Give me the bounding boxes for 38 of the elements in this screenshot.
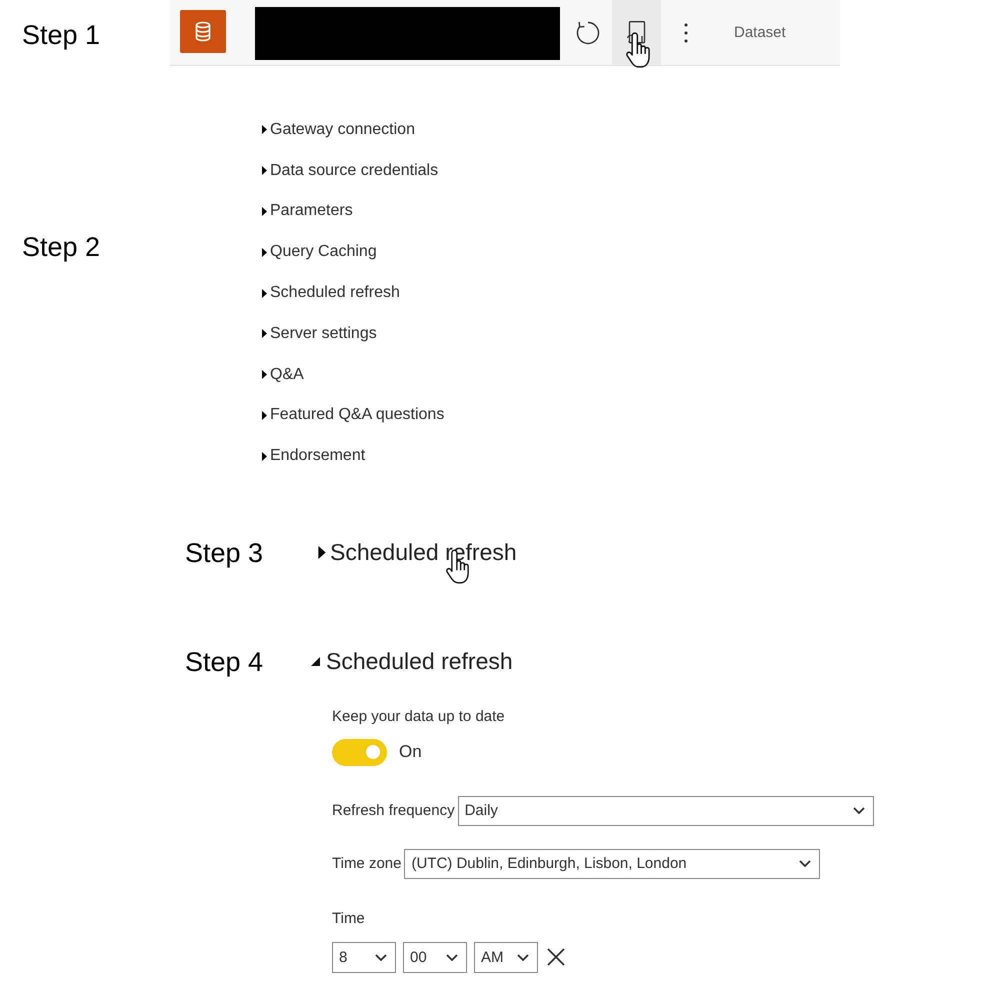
page-refresh-icon: [626, 20, 648, 44]
section-header[interactable]: Server settings: [262, 313, 377, 354]
dropdown[interactable]: Daily: [458, 796, 874, 826]
refresh-icon: [576, 20, 600, 44]
section-header[interactable]: Scheduled refresh: [262, 272, 400, 314]
section-header[interactable]: Gateway connection: [262, 110, 415, 150]
page-refresh-button[interactable]: [612, 0, 661, 65]
chevron-down-icon: [446, 954, 458, 961]
field-label: Time zone: [332, 854, 402, 874]
section-header[interactable]: Endorsement: [262, 436, 366, 477]
database-icon: [180, 10, 226, 53]
chevron-down-icon: [799, 860, 812, 868]
step-label: Step 1: [22, 20, 100, 50]
dropdown[interactable]: AM: [474, 942, 538, 973]
field-label: Refresh frequency: [332, 800, 455, 821]
field-label: Keep your data up to date: [332, 706, 505, 727]
dropdown[interactable]: 8: [332, 942, 396, 973]
step-label: Step 4: [185, 646, 264, 677]
section-header[interactable]: Data source credentials: [262, 150, 438, 192]
step-label: Step 2: [22, 232, 100, 262]
chevron-down-icon: [852, 807, 865, 814]
toggle-switch[interactable]: [332, 738, 387, 766]
section-header[interactable]: Featured Q&A questions: [262, 395, 444, 436]
section-header[interactable]: Parameters: [262, 191, 353, 232]
step-label: Step 3: [185, 538, 264, 568]
remove-button[interactable]: [545, 946, 567, 968]
more-options-icon: [684, 22, 688, 42]
section-header[interactable]: Query Caching: [262, 232, 377, 273]
dropdown[interactable]: 00: [403, 942, 467, 973]
chevron-down-icon: [375, 954, 387, 961]
toggle-state-label: On: [399, 742, 422, 762]
close-icon: [547, 948, 565, 966]
dropdown[interactable]: (UTC) Dublin, Edinburgh, Lisbon, London: [404, 848, 820, 879]
chevron-down-icon: [517, 954, 529, 961]
item-type-label: Dataset: [734, 23, 786, 43]
field-label: Time: [332, 908, 365, 929]
section-header[interactable]: Scheduled refresh: [311, 644, 513, 680]
section-header[interactable]: Q&A: [262, 354, 304, 396]
